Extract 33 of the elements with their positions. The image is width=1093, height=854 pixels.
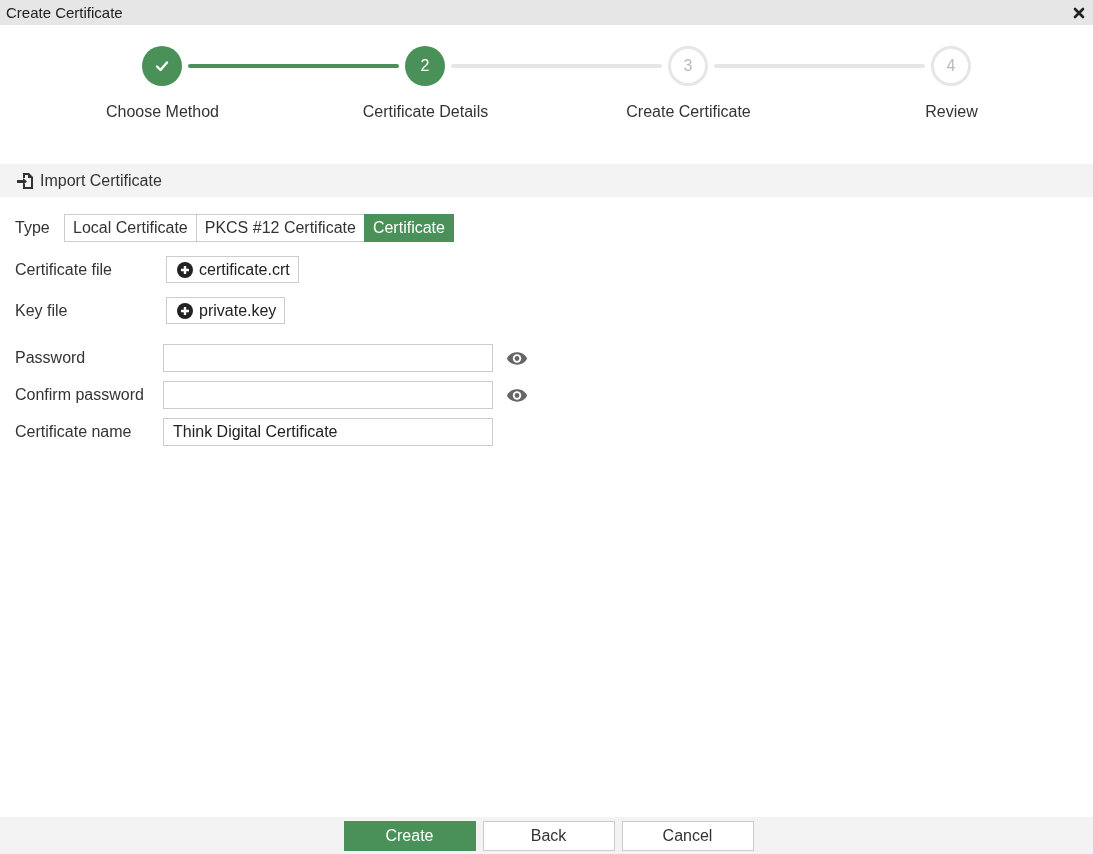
- step-label: Review: [924, 103, 979, 121]
- section-title: Import Certificate: [40, 171, 162, 190]
- eye-icon[interactable]: [506, 350, 528, 366]
- file-button[interactable]: certificate.crt: [166, 256, 299, 283]
- type-option[interactable]: PKCS #12 Certificate: [195, 214, 365, 242]
- input-field[interactable]: [163, 381, 493, 409]
- input-field[interactable]: Think Digital Certificate: [163, 418, 493, 446]
- file-button[interactable]: private.key: [166, 297, 286, 324]
- field-label: Certificate name: [15, 423, 133, 441]
- field-label: Password: [15, 349, 87, 367]
- step-label: Create Certificate: [625, 103, 752, 121]
- footer-button[interactable]: Cancel: [621, 820, 754, 851]
- field-label: Type: [15, 219, 51, 237]
- file-import-icon: [16, 171, 34, 190]
- footer-button[interactable]: Back: [482, 820, 615, 851]
- input-field[interactable]: [163, 344, 493, 372]
- field-label: Key file: [15, 301, 69, 320]
- step-circle: 4: [931, 46, 971, 86]
- plus-circle-icon: [177, 261, 193, 278]
- type-option[interactable]: Local Certificate: [64, 214, 197, 242]
- window-title: Create Certificate: [6, 4, 123, 21]
- step-circle: 2: [405, 46, 445, 86]
- step-label: Certificate Details: [361, 103, 490, 121]
- eye-icon[interactable]: [506, 387, 528, 403]
- step-label: Choose Method: [105, 103, 220, 121]
- plus-circle-icon: [177, 302, 193, 319]
- check-icon: [154, 58, 170, 74]
- close-icon[interactable]: [1073, 6, 1085, 19]
- field-label: Certificate file: [15, 260, 113, 279]
- type-option[interactable]: Certificate: [363, 214, 454, 242]
- step-circle: 3: [668, 46, 708, 86]
- field-label: Confirm password: [15, 386, 145, 404]
- create-button[interactable]: Create: [343, 820, 476, 851]
